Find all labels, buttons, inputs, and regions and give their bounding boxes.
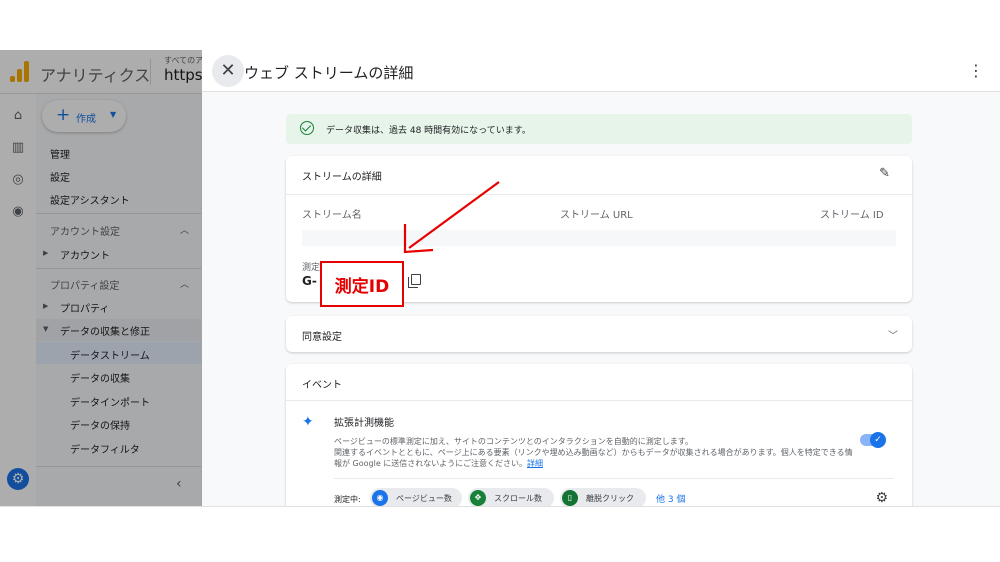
check-circle-icon (300, 121, 314, 135)
description-text: 報が Google に送信されないようにご注意ください。 (334, 459, 527, 468)
copy-icon[interactable] (408, 274, 422, 288)
sparkle-icon: ✦ (302, 414, 314, 430)
stream-id-label: ストリーム ID (820, 210, 884, 221)
check-icon: ✓ (870, 432, 886, 448)
enhanced-measurement-description: ページビューの標準測定に加え、サイトのコンテンツとのインタラクションを自動的に測… (334, 436, 864, 469)
events-title: イベント (302, 380, 342, 391)
panel-title: ウェブ ストリームの詳細 (244, 64, 414, 82)
measurement-id-label: 測定 (302, 263, 321, 273)
chip-label: 離脱クリック (586, 494, 634, 503)
description-line: ページビューの標準測定に加え、サイトのコンテンツとのインタラクションを自動的に測… (334, 437, 693, 446)
data-collection-banner: データ収集は、過去 48 時間有効になっています。 (286, 114, 912, 144)
arrow-shaft (408, 181, 500, 249)
settings-gear-icon[interactable]: ⚙ (875, 490, 888, 506)
card-divider (286, 400, 912, 401)
chip-label: スクロール数 (494, 494, 542, 503)
outbound-clicks-chip: ▯ 離脱クリック (560, 488, 646, 506)
stream-url-label: ストリーム URL (560, 210, 633, 221)
enhanced-measurement-toggle[interactable]: ✓ (860, 432, 886, 448)
consent-settings-card[interactable]: 同意設定 ﹀ (286, 316, 912, 352)
chevron-down-icon[interactable]: ﹀ (888, 327, 898, 342)
screenshot-frame: アナリティクス すべてのア https: ⌂ ▥ ◎ ◉ ⚙ + 作成 ▼ 管理… (0, 50, 1000, 506)
banner-text: データ収集は、過去 48 時間有効になっています。 (326, 126, 531, 136)
description-line: 関連するイベントとともに、ページ上にある要素（リンクや埋め込み動画など）からもデ… (334, 448, 853, 457)
page-views-chip: ◉ ページビュー数 (370, 488, 462, 506)
eye-icon: ◉ (372, 490, 388, 506)
stream-values-row (302, 230, 896, 246)
mouse-icon: ▯ (562, 490, 578, 506)
measurement-id-value: G- (302, 274, 317, 288)
annotation-label: 測定ID (334, 277, 390, 297)
events-card: イベント ✦ 拡張計測機能 ページビューの標準測定に加え、サイトのコンテンツとの… (286, 364, 912, 506)
chip-label: ページビュー数 (396, 494, 452, 503)
edit-pencil-icon[interactable]: ✎ (879, 166, 890, 181)
card-divider (334, 478, 894, 479)
card-divider (286, 194, 912, 195)
learn-more-link[interactable]: 詳細 (527, 459, 543, 468)
more-events-link[interactable]: 他 3 個 (656, 492, 685, 505)
close-icon[interactable]: ✕ (212, 55, 244, 87)
stream-details-title: ストリームの詳細 (302, 172, 382, 183)
measuring-label: 測定中: (334, 495, 361, 504)
modal-scrim[interactable] (0, 50, 202, 506)
panel-header: ✕ ウェブ ストリームの詳細 ⋮ (202, 50, 1000, 92)
bottom-margin (0, 506, 1000, 562)
annotation-box: 測定ID (320, 261, 404, 307)
annotation-arrow (403, 181, 500, 254)
more-vert-icon[interactable]: ⋮ (968, 61, 984, 80)
enhanced-measurement-title: 拡張計測機能 (334, 418, 394, 429)
description-line: 報が Google に送信されないようにご注意ください。詳細 (334, 458, 864, 469)
stream-name-label: ストリーム名 (302, 210, 362, 221)
scroll-icon: ✥ (470, 490, 486, 506)
scrolls-chip: ✥ スクロール数 (468, 488, 554, 506)
consent-settings-title: 同意設定 (302, 332, 342, 343)
